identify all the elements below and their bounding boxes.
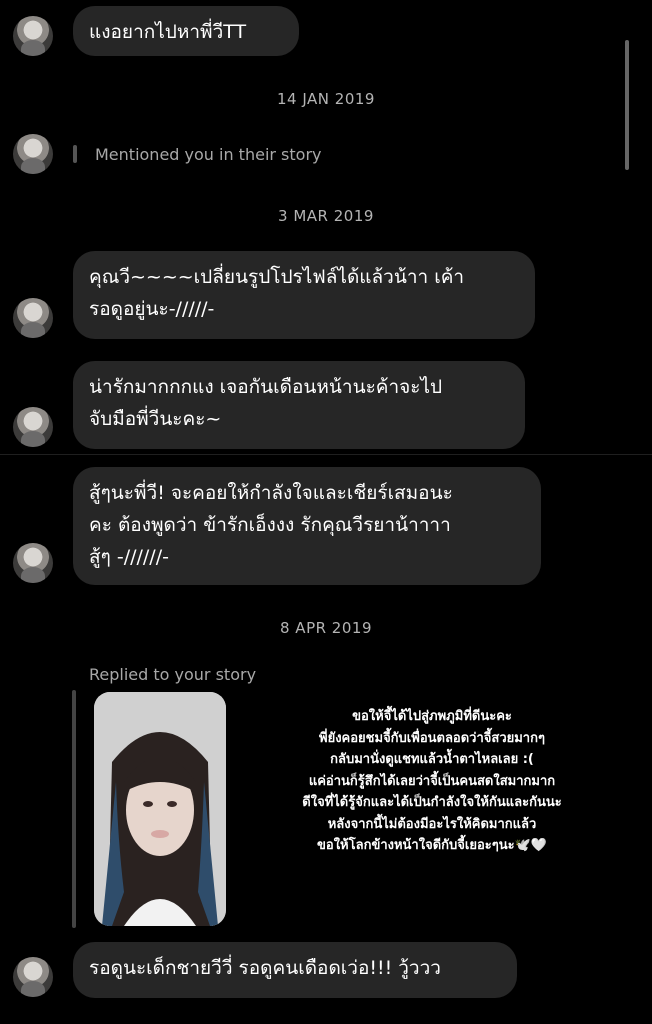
story-caption: ขอให้จี้ได้ไปสู่ภพภูมิที่ดีนะคะ พี่ยังคอ…	[302, 709, 562, 853]
story-photo-icon	[94, 692, 226, 926]
replied-label: Replied to your story	[89, 665, 257, 684]
story-thumbnail[interactable]	[94, 692, 226, 926]
message-bubble[interactable]: รอดูนะเด็กชายวีวี่ รอดูคนเดือดเว่อ!!! วู…	[73, 942, 517, 998]
reply-indicator	[72, 690, 76, 928]
date-separator: 14 JAN 2019	[277, 90, 375, 108]
avatar[interactable]	[13, 543, 53, 583]
mention-text[interactable]: Mentioned you in their story	[95, 145, 322, 164]
avatar[interactable]	[13, 16, 53, 56]
mention-indicator	[73, 145, 77, 163]
message-bubble[interactable]: คุณวี~~~~เปลี่ยนรูปโปรไฟล์ได้แล้วน้าา เค…	[73, 251, 535, 339]
avatar[interactable]	[13, 957, 53, 997]
scrollbar[interactable]	[625, 40, 629, 170]
avatar[interactable]	[13, 134, 53, 174]
date-separator: 3 MAR 2019	[278, 207, 374, 225]
message-bubble[interactable]: น่ารักมากกกแง เจอกันเดือนหน้านะค้าจะไป จ…	[73, 361, 525, 449]
message-bubble[interactable]: สู้ๆนะพี่วี! จะคอยให้กำลังใจและเชียร์เสม…	[73, 467, 541, 585]
avatar[interactable]	[13, 407, 53, 447]
avatar[interactable]	[13, 298, 53, 338]
message-bubble[interactable]: แงอยากไปหาพี่วีTT	[73, 6, 299, 56]
date-separator: 8 APR 2019	[280, 619, 372, 637]
divider	[0, 454, 652, 455]
